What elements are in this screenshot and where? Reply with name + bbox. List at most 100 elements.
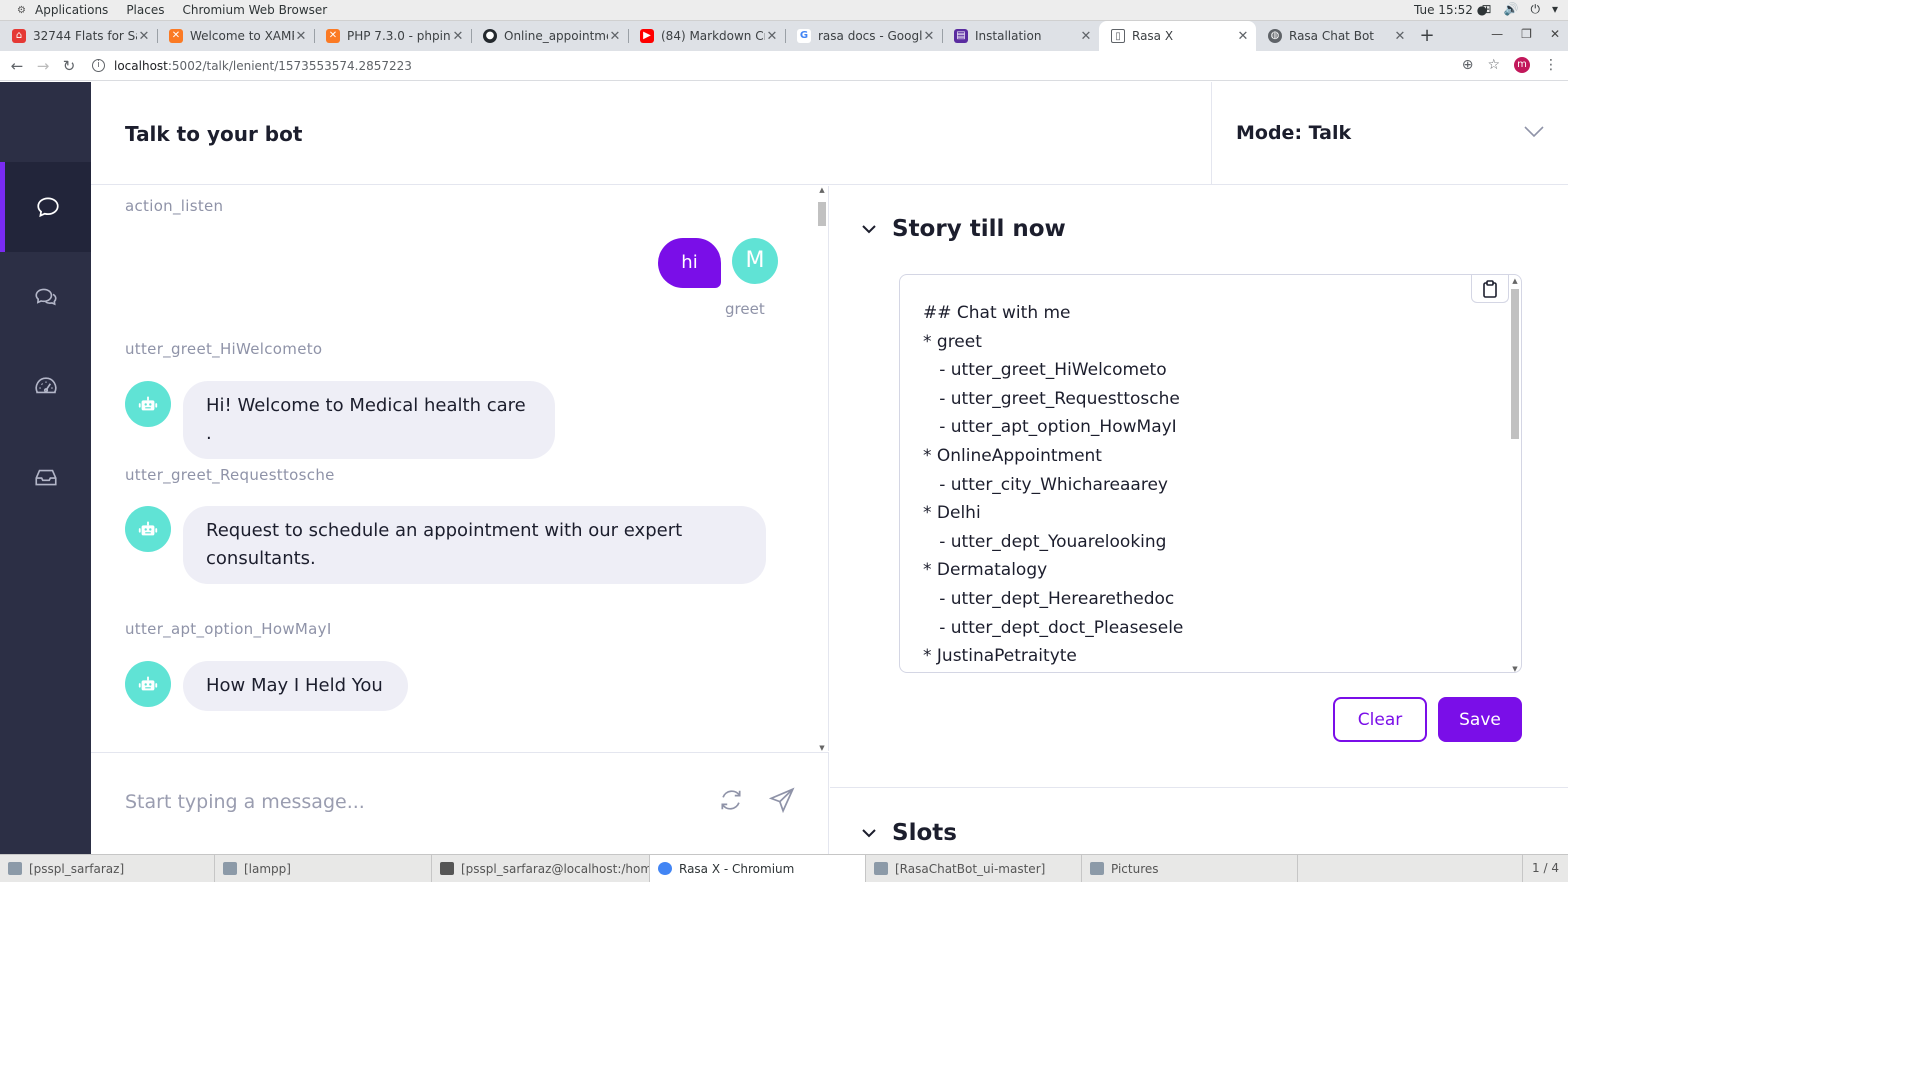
send-icon[interactable] <box>769 787 795 813</box>
close-window-icon[interactable]: ✕ <box>1550 27 1560 41</box>
close-tab-icon[interactable]: ✕ <box>922 29 936 44</box>
story-line: - utter_dept_doct_Pleasesele <box>923 617 1184 638</box>
tab-title: 32744 Flats for Sal <box>33 29 137 43</box>
action-label: action_listen <box>125 197 224 215</box>
chevron-down-icon <box>862 829 876 838</box>
mode-dropdown[interactable]: Mode: Talk <box>1211 82 1568 185</box>
forward-arrow-icon[interactable]: → <box>30 57 56 75</box>
close-tab-icon[interactable]: ✕ <box>451 29 465 44</box>
close-tab-icon[interactable]: ✕ <box>1236 29 1250 44</box>
close-tab-icon[interactable]: ✕ <box>765 29 779 44</box>
conversations-icon <box>34 288 57 306</box>
url-path: :5002/talk/lenient/1573553574.2857223 <box>167 58 412 73</box>
bot-message-bubble: How May I Held You <box>183 661 408 711</box>
google-icon: G <box>797 29 811 43</box>
new-tab-button[interactable]: + <box>1413 21 1441 51</box>
scroll-down-arrow-icon[interactable]: ▼ <box>818 744 826 751</box>
story-line: - utter_dept_Herearethedoc <box>923 588 1175 609</box>
story-section-toggle[interactable]: Story till now <box>862 216 1066 242</box>
restart-icon[interactable] <box>718 787 744 813</box>
user-avatar: M <box>732 238 778 284</box>
system-tray[interactable]: ⊞ 🔊 ⏻ ▾ <box>1481 2 1558 17</box>
scroll-up-arrow-icon[interactable]: ▲ <box>1511 277 1519 285</box>
chevron-down-icon <box>1524 126 1544 138</box>
app-sidebar <box>0 82 91 854</box>
workspace-switcher[interactable]: 1 / 4 <box>1522 855 1568 882</box>
close-tab-icon[interactable]: ✕ <box>137 29 151 44</box>
sidebar-item-conversations[interactable] <box>0 252 91 342</box>
clear-button[interactable]: Clear <box>1333 697 1427 742</box>
scrollbar-thumb[interactable] <box>1511 289 1519 439</box>
message-input[interactable]: Start typing a message... <box>125 791 365 813</box>
taskbar-item[interactable]: [psspl_sarfaraz@localhost:/home/ps... <box>432 855 650 882</box>
bot-avatar <box>125 381 171 427</box>
close-tab-icon[interactable]: ✕ <box>1079 29 1093 44</box>
sidebar-item-talk[interactable] <box>0 162 91 252</box>
story-editor[interactable]: ## Chat with me * greet - utter_greet_HiW… <box>899 274 1522 673</box>
chat-scrollbar[interactable]: ▲ ▼ <box>818 186 826 751</box>
taskbar-item[interactable]: [RasaChatBot_ui-master] <box>866 855 1082 882</box>
browser-tab[interactable]: ⌂ 32744 Flats for Sal ✕ <box>0 21 157 51</box>
close-tab-icon[interactable]: ✕ <box>608 29 622 44</box>
bookmark-star-icon[interactable]: ☆ <box>1487 57 1500 73</box>
story-scrollbar[interactable]: ▲ ▼ <box>1511 277 1519 672</box>
site-info-icon[interactable]: i <box>92 59 105 72</box>
browser-tab[interactable]: ✕ PHP 7.3.0 - phpinfo ✕ <box>314 21 471 51</box>
story-markdown[interactable]: ## Chat with me * greet - utter_greet_HiW… <box>923 299 1183 671</box>
story-line: - utter_apt_option_HowMayI <box>923 417 1177 438</box>
folder-icon <box>874 862 888 875</box>
reload-icon[interactable]: ↻ <box>56 57 82 75</box>
minimize-icon[interactable]: — <box>1491 27 1503 41</box>
taskbar-item-label: [psspl_sarfaraz] <box>29 861 125 876</box>
clock[interactable]: Tue 15:52 ● <box>1414 3 1487 17</box>
story-line: * Delhi <box>923 503 981 524</box>
places-menu[interactable]: Places <box>117 3 173 17</box>
taskbar-item[interactable]: [lampp] <box>215 855 432 882</box>
scroll-up-arrow-icon[interactable]: ▲ <box>818 186 826 194</box>
browser-tab[interactable]: ▤ Installation ✕ <box>942 21 1099 51</box>
taskbar-item-active[interactable]: Rasa X - Chromium <box>650 855 866 882</box>
browser-menu-icon[interactable]: ⋮ <box>1544 57 1558 73</box>
maximize-icon[interactable]: ❐ <box>1521 27 1532 41</box>
browser-tab-active[interactable]: ▯ Rasa X ✕ <box>1099 21 1256 51</box>
zoom-icon[interactable]: ⊕ <box>1462 57 1474 73</box>
sidebar-item-inbox[interactable] <box>0 432 91 522</box>
scrollbar-thumb[interactable] <box>818 202 826 226</box>
applications-menu[interactable]: Applications <box>26 3 117 17</box>
app-header: Talk to your bot Mode: Talk <box>91 82 1568 185</box>
browser-tab-strip: ⌂32744 Flats for Sal✕ ✕Welcome to XAMPP✕… <box>0 21 1568 51</box>
taskbar-item-label: Rasa X - Chromium <box>679 861 795 876</box>
scroll-down-arrow-icon[interactable]: ▼ <box>1511 665 1519 672</box>
save-button[interactable]: Save <box>1438 697 1522 742</box>
url-field[interactable]: i localhost:5002/talk/lenient/1573553574… <box>92 59 412 73</box>
chat-history[interactable]: action_listen hi M greet utter_greet_HiW… <box>91 186 829 751</box>
slots-section-toggle[interactable]: Slots <box>862 820 957 846</box>
action-label: utter_greet_HiWelcometo <box>125 340 323 358</box>
back-arrow-icon[interactable]: ← <box>4 57 30 75</box>
tray-menu-chevron-icon[interactable]: ▾ <box>1552 2 1558 17</box>
bot-message-bubble: Hi! Welcome to Medical health care . <box>183 381 555 459</box>
close-tab-icon[interactable]: ✕ <box>1393 29 1407 44</box>
chromium-app-menu[interactable]: Chromium Web Browser <box>173 3 336 17</box>
story-line: - utter_city_Whichareaarey <box>923 474 1168 495</box>
browser-tab[interactable]: ✕Welcome to XAMPP✕ <box>157 21 314 51</box>
browser-tab[interactable]: ▶ (84) Markdown Cra ✕ <box>628 21 785 51</box>
power-icon[interactable]: ⏻ <box>1530 2 1540 17</box>
taskbar-item[interactable]: [psspl_sarfaraz] <box>0 855 215 882</box>
network-icon[interactable]: ⊞ <box>1481 2 1491 17</box>
bot-avatar <box>125 506 171 552</box>
volume-icon[interactable]: 🔊 <box>1504 2 1519 17</box>
tab-title: rasa docs - Google <box>818 29 922 43</box>
browser-tab[interactable]: ● Online_appointmen✕ <box>471 21 628 51</box>
taskbar-item-label: [psspl_sarfaraz@localhost:/home/ps... <box>461 861 649 876</box>
intent-label[interactable]: greet <box>725 300 765 318</box>
inbox-tray-icon <box>34 469 57 486</box>
chat-bubble-icon <box>37 197 59 218</box>
browser-tab[interactable]: ◍ Rasa Chat Bot ✕ <box>1256 21 1413 51</box>
taskbar-item[interactable]: Pictures <box>1082 855 1298 882</box>
browser-tab[interactable]: Grasa docs - Google ✕ <box>785 21 942 51</box>
close-tab-icon[interactable]: ✕ <box>294 29 308 44</box>
sidebar-item-dashboard[interactable] <box>0 342 91 432</box>
profile-avatar[interactable]: m <box>1514 57 1530 73</box>
copy-to-clipboard-button[interactable] <box>1471 275 1509 303</box>
